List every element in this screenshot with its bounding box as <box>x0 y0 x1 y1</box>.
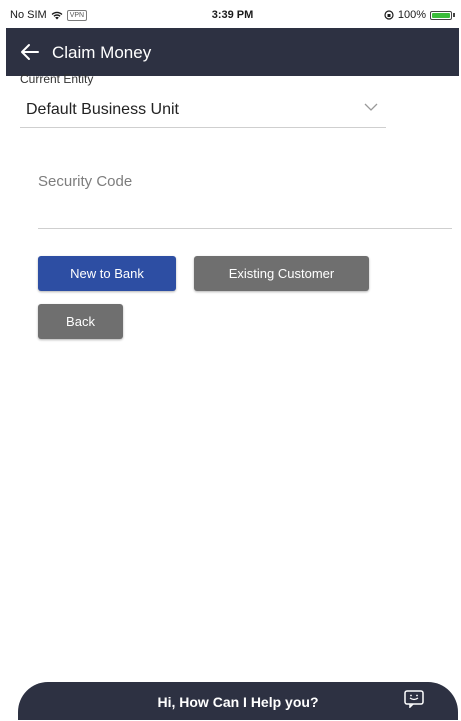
page-title: Claim Money <box>52 43 152 62</box>
status-bar: No SIM VPN 3:39 PM 100% <box>6 4 459 28</box>
orientation-lock-icon <box>384 10 394 20</box>
existing-customer-button[interactable]: Existing Customer <box>194 256 369 291</box>
battery-fill <box>432 12 450 18</box>
entity-dropdown[interactable]: Default Business Unit <box>20 90 386 128</box>
battery-icon <box>430 10 452 20</box>
chat-assistant-bar[interactable]: Hi, How Can I Help you? <box>18 682 458 720</box>
app-header: Claim Money <box>6 28 459 76</box>
back-button[interactable]: Back <box>38 304 123 339</box>
battery-tip <box>453 13 455 17</box>
chevron-down-icon <box>364 103 378 111</box>
back-arrow-icon[interactable] <box>18 40 42 64</box>
entity-value: Default Business Unit <box>26 101 179 118</box>
phone-screen: No SIM VPN 3:39 PM 100% Claim Money Curr… <box>6 4 459 720</box>
battery-percent: 100% <box>397 9 426 21</box>
new-to-bank-button[interactable]: New to Bank <box>38 256 176 291</box>
chat-prompt: Hi, How Can I Help you? <box>157 694 319 710</box>
status-right: 100% <box>384 9 455 21</box>
chat-icon[interactable] <box>404 690 424 708</box>
security-code-input[interactable] <box>38 164 452 228</box>
entity-label: Current Entity <box>20 72 94 86</box>
security-code-field <box>38 164 452 229</box>
